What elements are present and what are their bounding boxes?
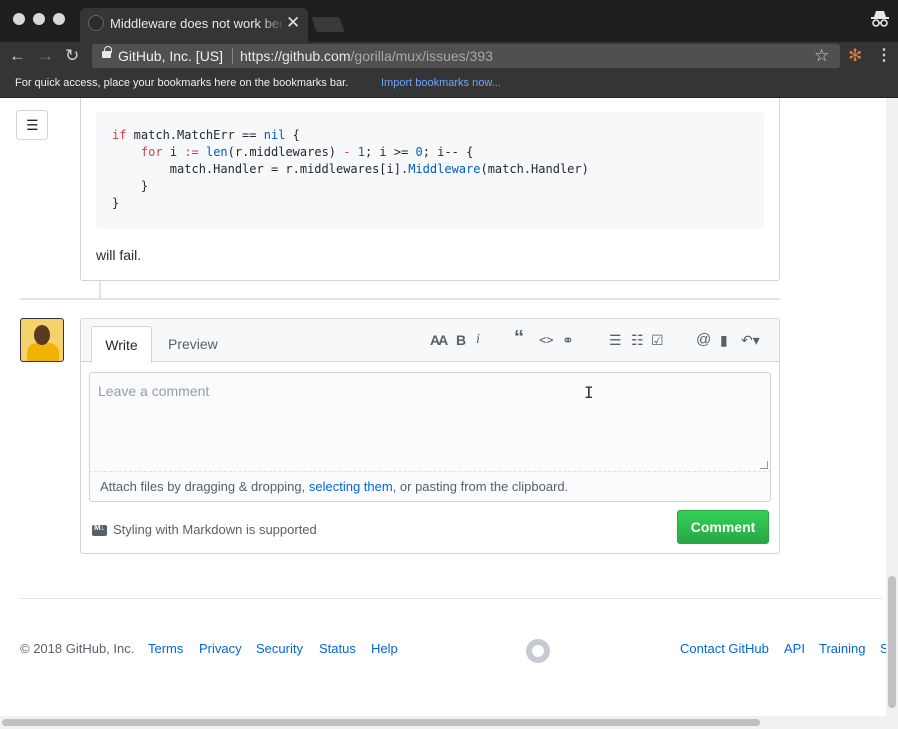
code-line-4: } — [112, 179, 149, 193]
lock-icon — [102, 46, 112, 61]
footer-link-privacy[interactable]: Privacy — [199, 641, 242, 656]
comment-text: will fail. — [96, 247, 142, 263]
tab-title-fade — [260, 12, 286, 34]
attach-prefix: Attach files by dragging & dropping, — [100, 479, 309, 494]
footer-link-security[interactable]: Security — [256, 641, 303, 656]
timeline-line — [99, 281, 101, 299]
url-path: /gorilla/mux/issues/393 — [350, 48, 493, 64]
bookmarks-prompt: For quick access, place your bookmarks h… — [15, 77, 349, 89]
new-tab-button[interactable] — [311, 17, 345, 32]
code-icon[interactable]: <> — [539, 331, 553, 349]
browser-toolbar: ← → ↻ GitHub, Inc. [US] https://github.c… — [0, 42, 898, 70]
close-tab-icon[interactable]: ✕ — [286, 13, 300, 33]
tab-write[interactable]: Write — [91, 326, 152, 363]
bookmark-icon[interactable]: ▮ — [720, 331, 728, 349]
forward-arrow-icon[interactable]: → — [37, 45, 54, 67]
attach-files-bar[interactable]: Attach files by dragging & dropping, sel… — [89, 472, 771, 502]
zoom-window-button[interactable] — [53, 13, 65, 25]
address-bar[interactable]: GitHub, Inc. [US] https://github.com/gor… — [92, 44, 840, 68]
bold-icon[interactable]: B — [456, 331, 466, 349]
url-host: https://github.com — [240, 48, 351, 64]
github-logo-icon[interactable] — [526, 639, 550, 663]
footer-link-help[interactable]: Help — [371, 641, 398, 656]
import-bookmarks-link[interactable]: Import bookmarks now... — [381, 77, 501, 89]
comment-field[interactable]: I — [89, 372, 771, 472]
bookmarks-bar: For quick access, place your bookmarks h… — [0, 70, 898, 98]
vertical-scrollbar[interactable] — [886, 98, 898, 716]
address-separator — [232, 48, 233, 64]
reload-icon[interactable]: ↻ — [65, 45, 79, 67]
tab-title: Middleware does not work bec — [110, 16, 282, 31]
code-line-5: } — [112, 196, 120, 210]
minimize-window-button[interactable] — [33, 13, 45, 25]
footer-separator — [20, 598, 882, 599]
italic-icon[interactable]: i — [476, 331, 480, 349]
markdown-badge: M↓ — [94, 523, 105, 532]
back-arrow-icon[interactable]: ← — [9, 45, 26, 67]
close-window-button[interactable] — [13, 13, 25, 25]
browser-tab[interactable]: Middleware does not work bec ✕ — [80, 8, 308, 42]
avatar-body — [27, 343, 59, 361]
footer-copyright: © 2018 GitHub, Inc. — [20, 641, 135, 656]
page-content: ☰ if match.MatchErr == nil { for i := le… — [0, 98, 898, 729]
text-cursor-icon: I — [584, 383, 594, 402]
horizontal-scrollbar[interactable] — [0, 716, 898, 729]
url-text[interactable]: https://github.com/gorilla/mux/issues/39… — [240, 48, 493, 64]
new-comment-form: Write Preview AA B i “ <> ⚭ ☰ ☷ ☑ @ ▮ ↶▾… — [80, 318, 780, 554]
attach-suffix: , or pasting from the clipboard. — [392, 479, 569, 494]
footer-link-training[interactable]: Training — [819, 641, 865, 656]
markdown-support-note[interactable]: Styling with Markdown is supported — [113, 522, 317, 537]
tab-preview[interactable]: Preview — [168, 336, 218, 352]
code-line-1: if match.MatchErr == nil { — [112, 128, 300, 142]
text-size-icon[interactable]: AA — [430, 331, 448, 349]
avatar-head — [34, 325, 50, 345]
horizontal-scroll-thumb[interactable] — [2, 719, 760, 726]
vertical-scroll-thumb[interactable] — [888, 576, 896, 708]
mention-icon[interactable]: @ — [696, 331, 711, 349]
extension-icon[interactable]: ✻ — [848, 46, 862, 66]
selecting-them-link[interactable]: selecting them — [309, 479, 393, 494]
comment-form-header: Write Preview AA B i “ <> ⚭ ☰ ☷ ☑ @ ▮ ↶▾ — [81, 319, 779, 363]
comment-textarea[interactable] — [90, 373, 770, 471]
list-icon: ☰ — [26, 117, 39, 133]
browser-menu-icon[interactable]: ⋮ — [876, 46, 892, 66]
code-line-3: match.Handler = r.middlewares[i].Middlew… — [112, 162, 589, 176]
footer-link-contact[interactable]: Contact GitHub — [680, 641, 769, 656]
ordered-list-icon[interactable]: ☷ — [631, 331, 644, 349]
code-line-2: for i := len(r.middlewares) - 1; i >= 0;… — [140, 145, 474, 159]
browser-titlebar: Middleware does not work bec ✕ — [0, 0, 898, 42]
table-of-contents-button[interactable]: ☰ — [16, 110, 48, 140]
avatar[interactable] — [20, 318, 64, 362]
footer-link-api[interactable]: API — [784, 641, 805, 656]
quote-icon[interactable]: “ — [514, 328, 524, 348]
unordered-list-icon[interactable]: ☰ — [609, 331, 622, 349]
timeline-separator — [20, 298, 780, 300]
task-list-icon[interactable]: ☑ — [651, 331, 664, 349]
comment-submit-button[interactable]: Comment — [677, 510, 769, 544]
link-icon[interactable]: ⚭ — [562, 331, 574, 349]
markdown-icon: M↓ — [92, 523, 107, 536]
footer-link-terms[interactable]: Terms — [148, 641, 183, 656]
resize-handle-icon[interactable] — [760, 461, 768, 469]
github-favicon-icon — [88, 15, 104, 31]
site-identity[interactable]: GitHub, Inc. [US] — [118, 48, 223, 64]
footer-link-status[interactable]: Status — [319, 641, 356, 656]
bookmark-star-icon[interactable]: ☆ — [814, 46, 829, 66]
reply-icon[interactable]: ↶▾ — [741, 331, 760, 349]
incognito-icon — [871, 11, 889, 27]
code-block: if match.MatchErr == nil { for i := len(… — [96, 112, 764, 229]
